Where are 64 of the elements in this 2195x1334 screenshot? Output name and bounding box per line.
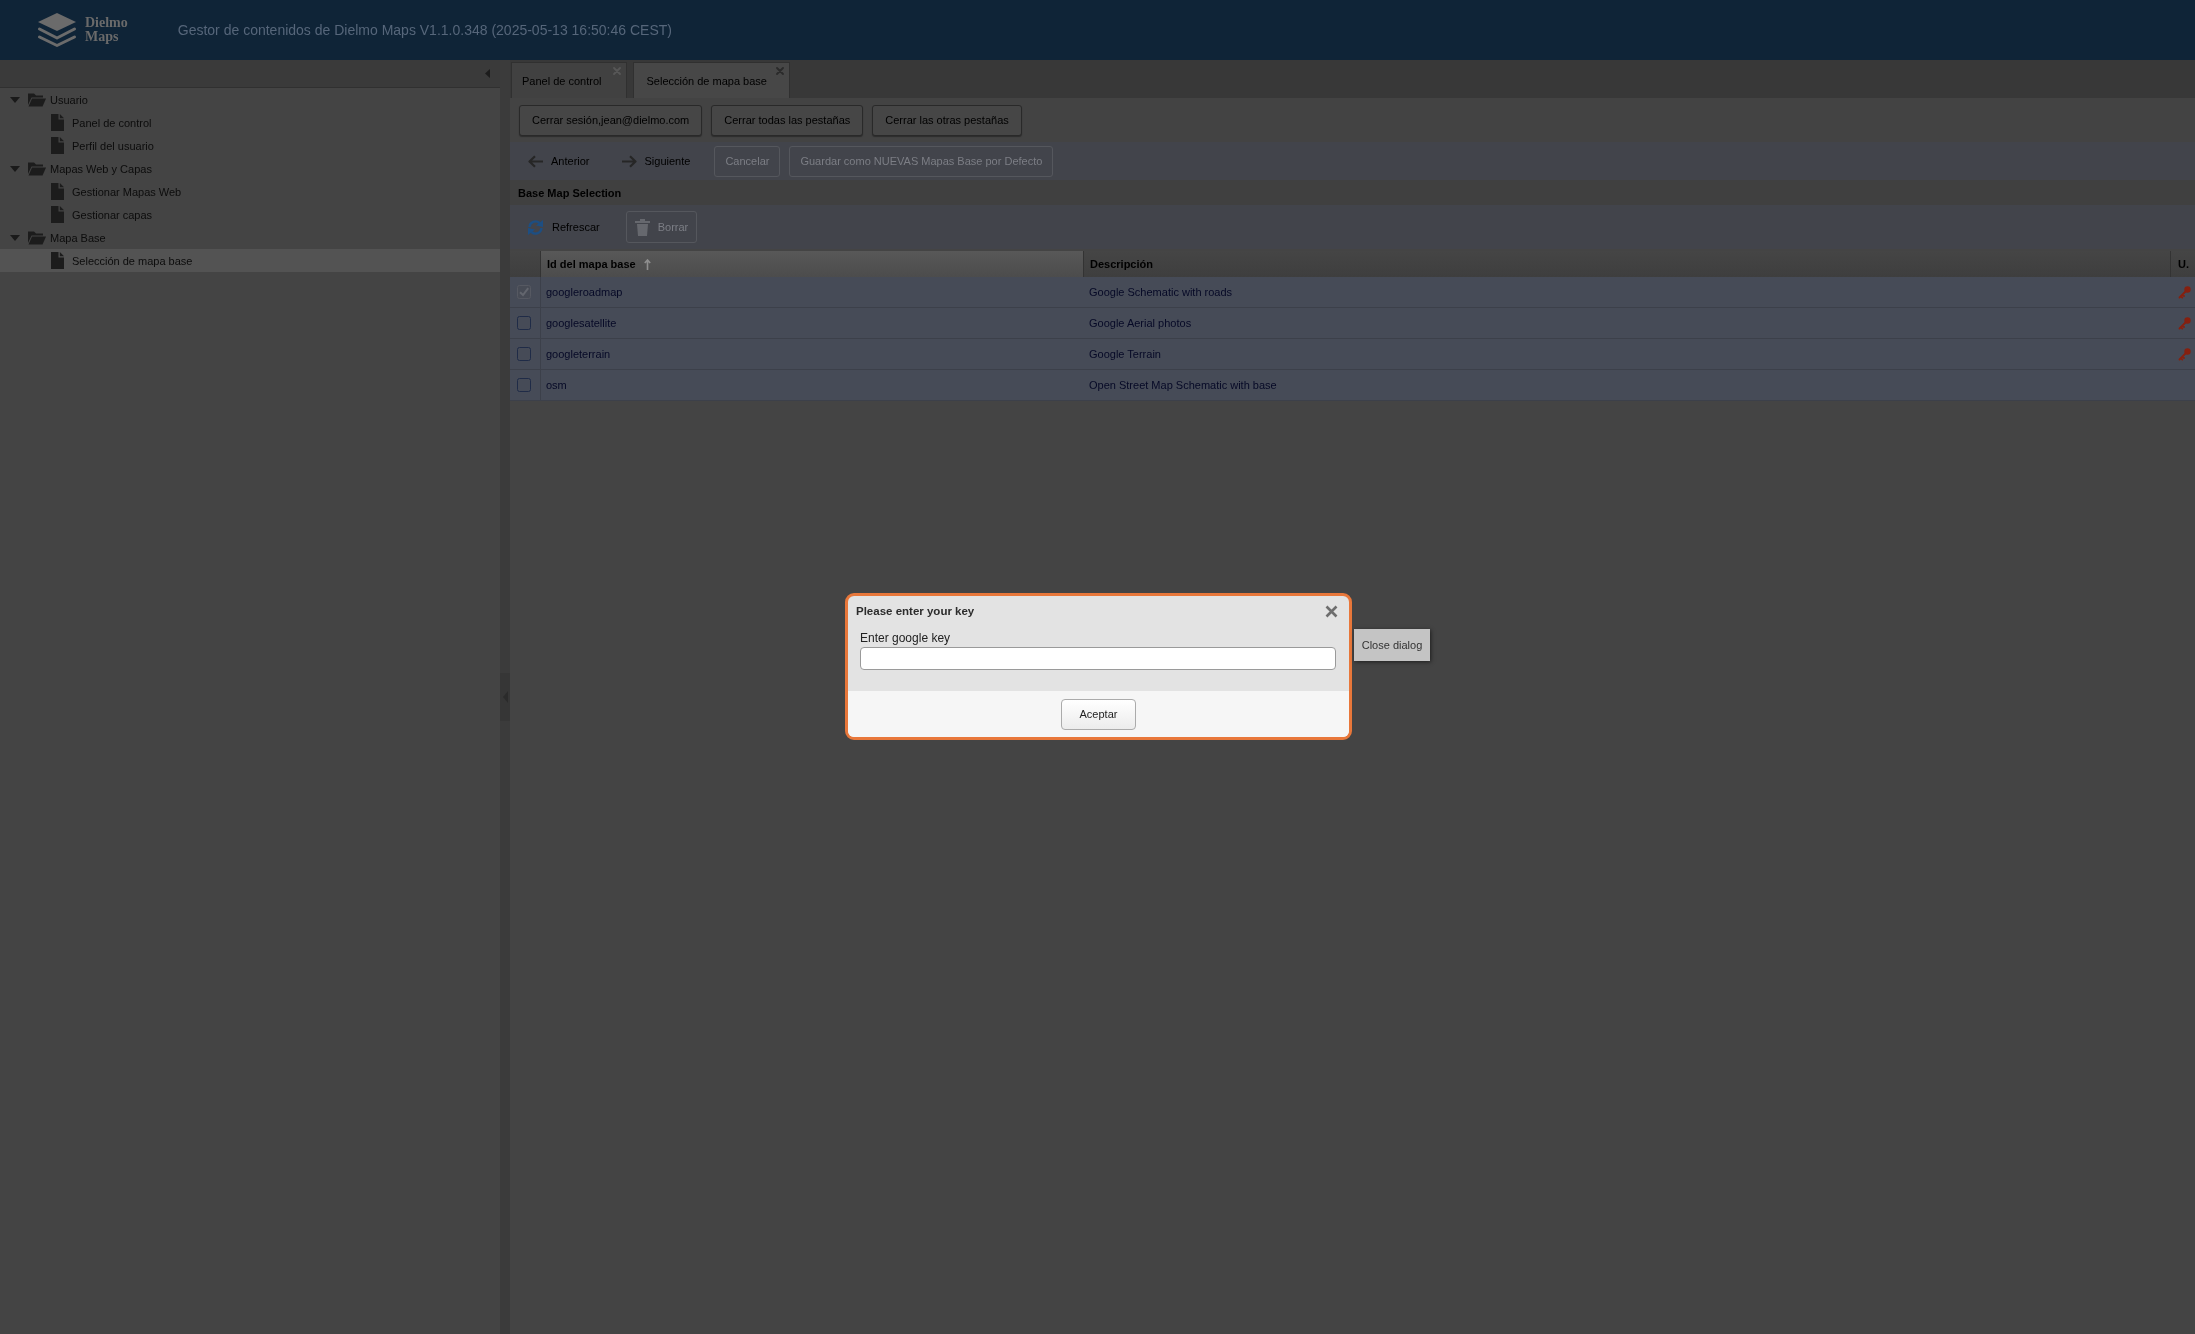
trash-icon [634, 218, 650, 236]
caret-icon[interactable] [10, 165, 20, 172]
key-icon[interactable] [2178, 347, 2191, 361]
back-button[interactable]: Anterior [520, 145, 598, 177]
table-row[interactable]: googlesatellite Google Aerial photos [510, 308, 2195, 339]
sort-arrow-icon[interactable] [643, 258, 651, 270]
app-title: Gestor de contenidos de Dielmo Maps V1.1.0.348 (2025-05-13 16:50:46 CEST) [177, 22, 672, 38]
refresh-button[interactable]: Refrescar [518, 211, 609, 243]
file-icon [51, 206, 64, 223]
checkbox[interactable] [517, 285, 531, 299]
text-input-field[interactable] [860, 647, 1336, 670]
folder-icon [28, 161, 46, 176]
table-cell-text: googleterrain [545, 347, 612, 362]
column-header[interactable]: Id del mapa base [541, 251, 1084, 277]
table-cell-text: Google Aerial photos [1088, 316, 1193, 331]
tree-item[interactable]: Gestionar Mapas Web [0, 180, 500, 203]
next-button[interactable]: Siguiente [613, 145, 699, 177]
tree-item[interactable]: Selección de mapa base [0, 249, 500, 272]
table-row[interactable]: googleroadmap Google Schematic with roads [510, 277, 2195, 308]
collapse-arrow-icon[interactable] [485, 69, 490, 78]
file-icon [51, 183, 64, 200]
tab[interactable]: Panel de control [511, 62, 627, 98]
tree-item[interactable]: Mapa Base [0, 226, 500, 249]
folder-icon [28, 230, 46, 245]
panel-title: Base Map Selection [510, 180, 2195, 205]
tree-item[interactable]: Usuario [0, 88, 500, 111]
accept-button[interactable]: Aceptar [1061, 698, 1136, 730]
column-header[interactable]: U. [2171, 251, 2195, 277]
table-cell-text: googlesatellite [545, 316, 618, 331]
splitter-handle[interactable] [500, 673, 510, 721]
table-row[interactable]: googleterrain Google Terrain [510, 339, 2195, 370]
table-cell-text: osm [545, 378, 568, 393]
splitter-bar[interactable] [500, 60, 510, 1334]
key-icon[interactable] [2178, 285, 2191, 299]
arrow-right-icon [621, 154, 637, 168]
field-label: Enter google key [860, 632, 952, 645]
table-cell-text: Google Schematic with roads [1088, 285, 1234, 300]
table-cell-text: Open Street Map Schematic with base [1088, 378, 1278, 393]
logo-icon [37, 12, 77, 48]
logo-text: Dielmo Maps [85, 16, 128, 44]
table-row[interactable]: osm Open Street Map Schematic with base [510, 370, 2195, 401]
folder-icon [28, 92, 46, 107]
checkbox[interactable] [517, 347, 531, 361]
close-other-tabs-button[interactable]: Cerrar las otras pestañas [872, 104, 1022, 136]
arrow-left-icon [528, 154, 543, 168]
caret-icon[interactable] [10, 234, 20, 241]
file-icon [51, 114, 64, 131]
tree-item[interactable]: Gestionar capas [0, 203, 500, 226]
checkbox[interactable] [517, 316, 531, 330]
close-icon[interactable] [1325, 604, 1338, 618]
file-icon [51, 252, 64, 269]
checkbox[interactable] [517, 378, 531, 392]
table-cell-text: googleroadmap [545, 285, 624, 300]
tab[interactable]: Selección de mapa base [632, 62, 790, 98]
file-icon [51, 137, 64, 154]
logout-button[interactable]: Cerrar sesión,jean@dielmo.com [519, 104, 703, 136]
close-all-tabs-button[interactable]: Cerrar todas las pestañas [711, 104, 864, 136]
key-icon[interactable] [2178, 316, 2191, 330]
dialog-title: Please enter your key [856, 605, 975, 617]
close-dialog-button[interactable]: Close dialog [1354, 629, 1430, 661]
caret-icon[interactable] [10, 96, 20, 103]
table-cell-text: Google Terrain [1088, 347, 1162, 362]
close-icon[interactable] [775, 67, 784, 75]
refresh-icon [527, 218, 544, 236]
